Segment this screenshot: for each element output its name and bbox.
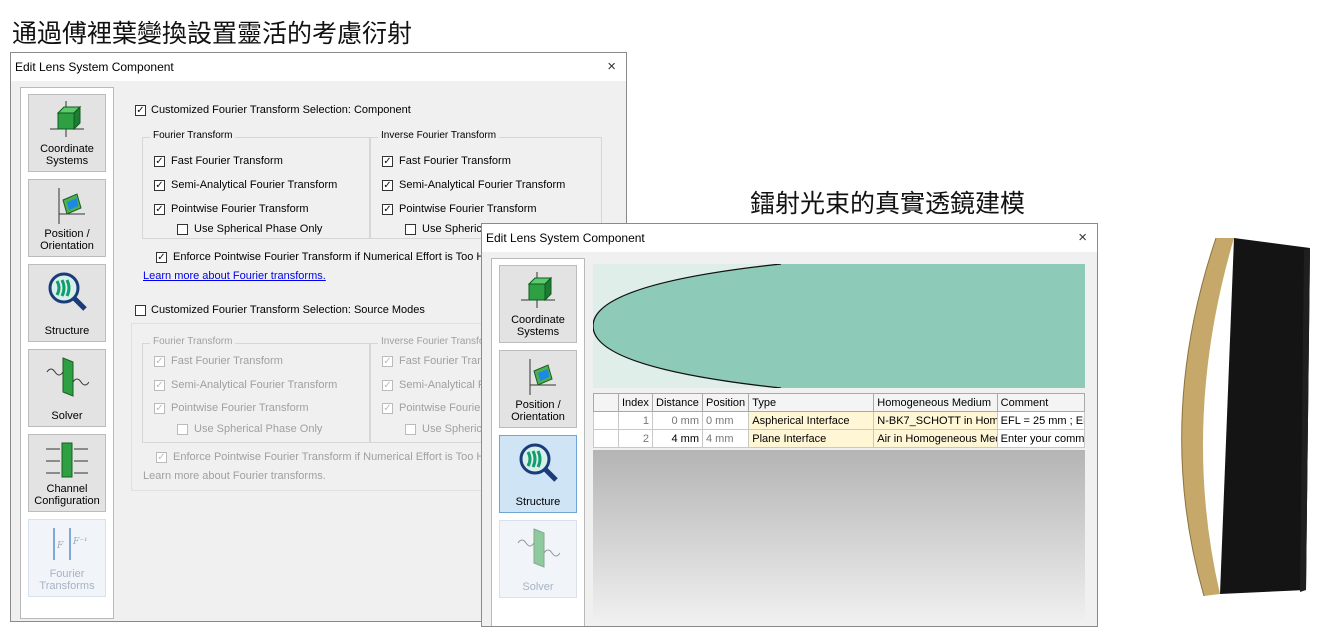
pointwise-label: Pointwise Fourier Transform <box>171 203 309 215</box>
window-title: Edit Lens System Component <box>15 60 174 74</box>
sidebar-item-structure[interactable]: Structure <box>499 435 577 513</box>
sidebar: Coordinate Systems Position / Orientation … <box>491 258 585 626</box>
cell-position: 4 mm <box>701 429 750 448</box>
window-title: Edit Lens System Component <box>486 231 645 245</box>
coordinate-systems-icon <box>50 101 84 137</box>
cell-distance[interactable]: 0 mm <box>652 411 703 430</box>
inverse-fourier-transform-group-title: Inverse Fourier Transform <box>378 130 500 141</box>
sidebar-item-position-orientation[interactable]: Position / Orientation <box>28 179 106 257</box>
fourier-transforms-icon: F F⁻¹ <box>53 528 88 560</box>
fft-label: Fast Fourier Transform <box>171 155 283 167</box>
sidebar: Coordinate Systems Position / Orientation … <box>20 87 114 619</box>
sidebar-label: Channel Configuration <box>34 483 100 507</box>
table-row[interactable]: 1 0 mm 0 mm Aspherical Interface N-BK7_S… <box>593 411 1086 430</box>
semi-analytical-label: Semi-Analytical Fourier Transform <box>171 179 338 191</box>
cell-comment[interactable]: EFL = 25 mm ; Enter your comment <box>996 411 1086 430</box>
sidebar-item-coordinate-systems[interactable]: Coordinate Systems <box>28 94 106 172</box>
svg-text:F: F <box>56 541 64 551</box>
learn-more-link[interactable]: Learn more about Fourier transforms. <box>143 270 326 282</box>
lens-3d-render <box>1181 237 1310 597</box>
inverse-fft-checkbox[interactable]: ✓ <box>382 156 393 167</box>
cell-distance[interactable]: 4 mm <box>652 429 703 448</box>
cell-medium[interactable]: Air in Homogeneous Medium <box>873 429 998 448</box>
col-index[interactable]: Index <box>617 393 654 412</box>
left-heading: 通過傅裡葉變換設置靈活的考慮衍射 <box>12 19 413 48</box>
component-checkbox-label: Customized Fourier Transform Selection: … <box>151 104 411 116</box>
source-modes-checkbox-label: Customized Fourier Transform Selection: … <box>151 304 425 316</box>
window-titlebar: Edit Lens System Component × <box>482 224 1097 252</box>
cell-type[interactable]: Plane Interface <box>748 429 875 448</box>
position-orientation-icon <box>529 359 556 395</box>
spherical-phase-label: Use Spherical Phase Only <box>194 223 323 235</box>
sidebar-item-solver[interactable]: Solver <box>28 349 106 427</box>
inverse-semi-analytical-label: Semi-Analytical Fourier Transform <box>399 179 566 191</box>
fourier-transform-group-title: Fourier Transform <box>150 130 236 141</box>
table-header-row: Index Distance Position Type Homogeneous… <box>593 393 1086 412</box>
channel-configuration-icon <box>46 442 88 478</box>
inverse-semi-analytical-checkbox[interactable]: ✓ <box>382 180 393 191</box>
sidebar-label: Coordinate Systems <box>511 314 565 338</box>
table-row[interactable]: 2 4 mm 4 mm Plane Interface Air in Homog… <box>593 429 1086 448</box>
spherical-phase-checkbox[interactable] <box>177 224 188 235</box>
close-icon[interactable]: × <box>1078 224 1087 252</box>
cell-type[interactable]: Aspherical Interface <box>748 411 875 430</box>
coordinate-systems-icon <box>521 272 555 308</box>
sidebar-item-solver[interactable]: Solver <box>499 520 577 598</box>
cell-position: 0 mm <box>701 411 750 430</box>
sidebar-label: Solver <box>51 410 83 422</box>
cell-index: 2 <box>617 429 654 448</box>
col-type[interactable]: Type <box>748 393 875 412</box>
col-comment[interactable]: Comment <box>996 393 1086 412</box>
structure-icon <box>48 272 87 311</box>
inverse-fft-label: Fast Fourier Transform <box>399 155 511 167</box>
inverse-pointwise-checkbox[interactable]: ✓ <box>382 204 393 215</box>
enforce-pointwise-label: Enforce Pointwise Fourier Transform if N… <box>173 251 500 263</box>
solver-icon <box>517 528 560 568</box>
sidebar-item-channel-configuration[interactable]: Channel Configuration <box>28 434 106 512</box>
sidebar-label: Position / Orientation <box>40 228 94 252</box>
cell-index: 1 <box>617 411 654 430</box>
sidebar-item-position-orientation[interactable]: Position / Orientation <box>499 350 577 428</box>
table-empty-area <box>593 450 1085 626</box>
structure-icon <box>519 443 558 482</box>
solver-icon <box>46 357 89 397</box>
sidebar-label: Position / Orientation <box>511 399 565 423</box>
inverse-spherical-phase-checkbox[interactable] <box>405 224 416 235</box>
enforce-pointwise-checkbox[interactable]: ✓ <box>156 252 167 263</box>
close-icon[interactable]: × <box>607 53 616 81</box>
lens-profile-preview <box>593 264 1085 388</box>
col-position[interactable]: Position <box>701 393 750 412</box>
component-checkbox[interactable]: ✓ <box>135 105 146 116</box>
col-homogeneous-medium[interactable]: Homogeneous Medium <box>873 393 998 412</box>
sidebar-item-fourier-transforms[interactable]: F F⁻¹ Fourier Transforms <box>28 519 106 597</box>
svg-text:F⁻¹: F⁻¹ <box>72 537 88 547</box>
position-orientation-icon <box>58 188 85 224</box>
sidebar-label: Solver <box>522 581 554 593</box>
sidebar-label: Fourier Transforms <box>39 568 95 592</box>
right-heading: 鐳射光束的真實透鏡建模 <box>750 189 1026 218</box>
sidebar-label: Structure <box>44 325 90 337</box>
cell-comment[interactable]: Enter your comment <box>996 429 1086 448</box>
sidebar-item-coordinate-systems[interactable]: Coordinate Systems <box>499 265 577 343</box>
sidebar-label: Structure <box>515 496 561 508</box>
source-modes-checkbox[interactable] <box>135 305 146 316</box>
fft-checkbox[interactable]: ✓ <box>154 156 165 167</box>
sidebar-item-structure[interactable]: Structure <box>28 264 106 342</box>
sidebar-label: Coordinate Systems <box>40 143 94 167</box>
cell-medium[interactable]: N-BK7_SCHOTT in Homogeneous Medium <box>873 411 998 430</box>
inverse-pointwise-label: Pointwise Fourier Transform <box>399 203 537 215</box>
structure-table: Index Distance Position Type Homogeneous… <box>593 393 1086 448</box>
col-distance[interactable]: Distance <box>652 393 703 412</box>
edit-lens-window-structure: Edit Lens System Component × Coordinate S… <box>481 223 1098 627</box>
semi-analytical-checkbox[interactable]: ✓ <box>154 180 165 191</box>
pointwise-checkbox[interactable]: ✓ <box>154 204 165 215</box>
window-titlebar: Edit Lens System Component × <box>11 53 626 81</box>
